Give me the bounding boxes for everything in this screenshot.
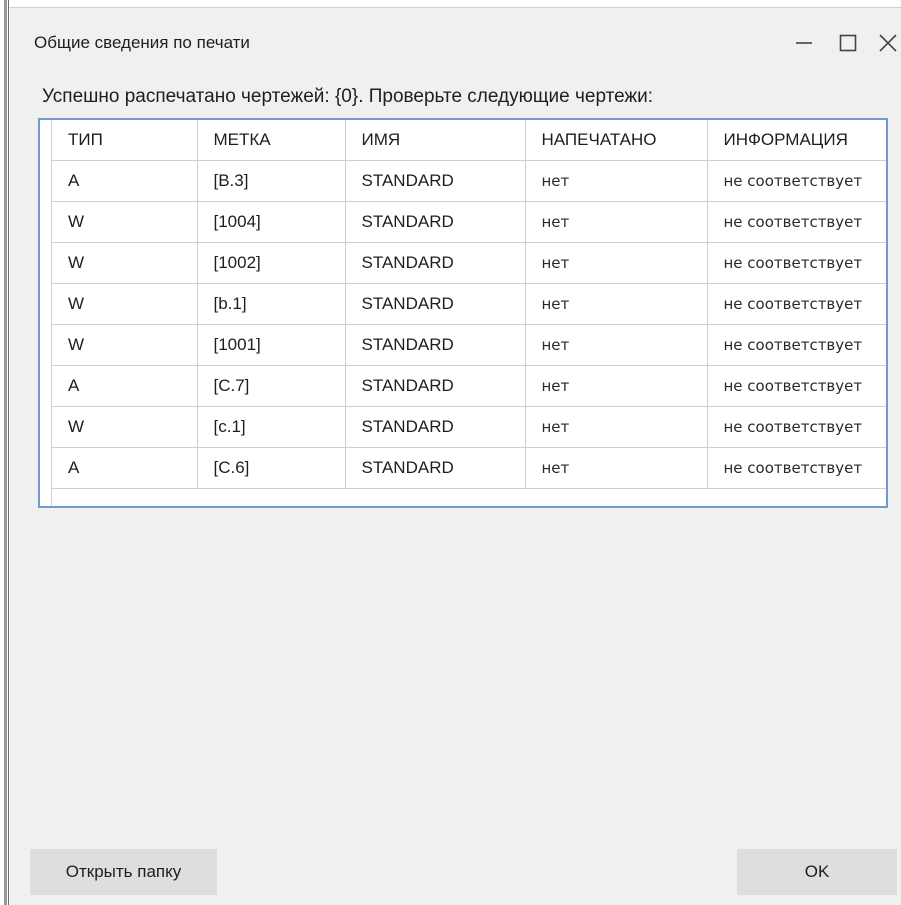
table-row[interactable]: A [C.6] STANDARD нет не соответствует — [52, 447, 886, 489]
summary-message: Успешно распечатано чертежей: {0}. Прове… — [42, 86, 654, 107]
cell-info: не соответствует — [707, 283, 886, 325]
window-left-border-edge — [4, 0, 7, 905]
cell-label: [1004] — [197, 201, 346, 243]
title-bar[interactable]: Общие сведения по печати — [10, 8, 901, 76]
close-button[interactable] — [868, 26, 901, 60]
open-folder-button[interactable]: Открыть папку — [30, 849, 217, 895]
cell-printed: нет — [525, 447, 708, 489]
column-header-name[interactable]: ИМЯ — [345, 120, 526, 161]
window-title: Общие сведения по печати — [34, 33, 250, 52]
drawings-table[interactable]: ТИП МЕТКА ИМЯ НАПЕЧАТАНО ИНФОРМАЦИЯ A [B… — [38, 118, 888, 508]
cell-type: A — [52, 365, 198, 407]
minimize-button[interactable] — [784, 26, 824, 60]
table-row[interactable]: W [1001] STANDARD нет не соответствует — [52, 324, 886, 366]
cell-info: не соответствует — [707, 324, 886, 366]
cell-name: STANDARD — [345, 242, 526, 284]
table-row[interactable]: A [C.7] STANDARD нет не соответствует — [52, 365, 886, 407]
column-header-info[interactable]: ИНФОРМАЦИЯ — [707, 120, 886, 161]
cell-printed: нет — [525, 406, 708, 448]
table-row[interactable]: W [b.1] STANDARD нет не соответствует — [52, 283, 886, 325]
ok-button[interactable]: OK — [737, 849, 897, 895]
cell-type: W — [52, 242, 198, 284]
cell-name: STANDARD — [345, 160, 526, 202]
table-row[interactable]: W [1002] STANDARD нет не соответствует — [52, 242, 886, 284]
table-row[interactable]: W [c.1] STANDARD нет не соответствует — [52, 406, 886, 448]
close-icon — [878, 33, 898, 53]
cell-type: A — [52, 447, 198, 489]
column-header-label[interactable]: МЕТКА — [197, 120, 346, 161]
column-header-type[interactable]: ТИП — [52, 120, 198, 161]
cell-label: [1001] — [197, 324, 346, 366]
cell-printed: нет — [525, 201, 708, 243]
cell-name: STANDARD — [345, 201, 526, 243]
cell-info: не соответствует — [707, 447, 886, 489]
cell-name: STANDARD — [345, 365, 526, 407]
column-header-printed[interactable]: НАПЕЧАТАНО — [525, 120, 708, 161]
dialog-content: Успешно распечатано чертежей: {0}. Прове… — [10, 76, 901, 905]
cell-name: STANDARD — [345, 447, 526, 489]
cell-printed: нет — [525, 160, 708, 202]
cell-label: [C.7] — [197, 365, 346, 407]
cell-name: STANDARD — [345, 283, 526, 325]
drawings-data-table: ТИП МЕТКА ИМЯ НАПЕЧАТАНО ИНФОРМАЦИЯ A [B… — [52, 120, 886, 489]
cell-info: не соответствует — [707, 365, 886, 407]
table-row[interactable]: W [1004] STANDARD нет не соответствует — [52, 201, 886, 243]
cell-label: [C.6] — [197, 447, 346, 489]
cell-info: не соответствует — [707, 242, 886, 284]
window-left-border — [0, 0, 9, 905]
window-top-border — [9, 0, 901, 8]
cell-type: A — [52, 160, 198, 202]
cell-info: не соответствует — [707, 160, 886, 202]
cell-type: W — [52, 283, 198, 325]
table-header-row: ТИП МЕТКА ИМЯ НАПЕЧАТАНО ИНФОРМАЦИЯ — [52, 120, 886, 161]
cell-printed: нет — [525, 242, 708, 284]
cell-printed: нет — [525, 283, 708, 325]
maximize-icon — [838, 33, 858, 53]
minimize-icon — [794, 33, 814, 53]
cell-label: [1002] — [197, 242, 346, 284]
cell-printed: нет — [525, 365, 708, 407]
table-row[interactable]: A [B.3] STANDARD нет не соответствует — [52, 160, 886, 202]
cell-label: [b.1] — [197, 283, 346, 325]
cell-name: STANDARD — [345, 406, 526, 448]
maximize-button[interactable] — [828, 26, 868, 60]
cell-type: W — [52, 406, 198, 448]
cell-name: STANDARD — [345, 324, 526, 366]
cell-type: W — [52, 324, 198, 366]
print-summary-dialog: Общие сведения по печати Успешно распеча… — [0, 0, 901, 905]
cell-info: не соответствует — [707, 201, 886, 243]
cell-printed: нет — [525, 324, 708, 366]
cell-label: [c.1] — [197, 406, 346, 448]
cell-label: [B.3] — [197, 160, 346, 202]
cell-info: не соответствует — [707, 406, 886, 448]
cell-type: W — [52, 201, 198, 243]
row-header-strip — [40, 120, 52, 506]
